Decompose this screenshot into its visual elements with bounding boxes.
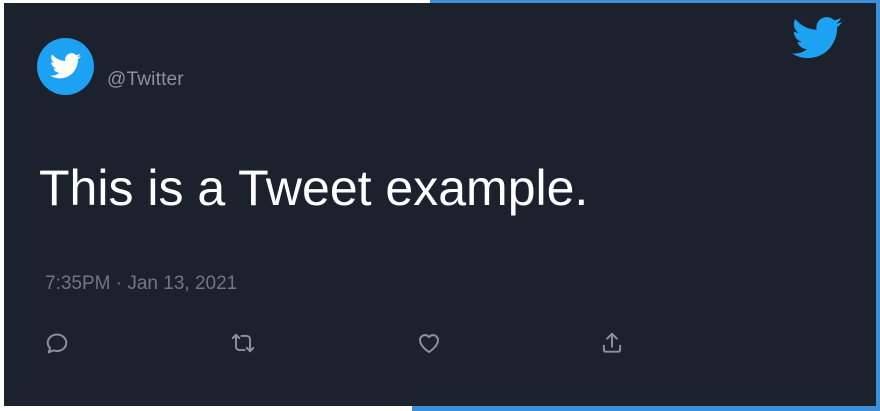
avatar[interactable] [37, 38, 94, 95]
tweet-timestamp[interactable]: 7:35PM · Jan 13, 2021 [45, 273, 237, 295]
heart-icon [419, 334, 439, 353]
frame-accent-bottom [412, 406, 880, 411]
tweet-text: This is a Tweet example. [39, 160, 589, 216]
share-icon [602, 332, 622, 353]
reply-button[interactable] [44, 330, 70, 356]
share-button[interactable] [599, 330, 625, 356]
screenshot-frame: @Twitter This is a Tweet example. 7:35PM… [0, 0, 880, 411]
frame-accent-right [876, 0, 880, 411]
retweet-button[interactable] [230, 330, 256, 356]
like-button[interactable] [416, 330, 442, 356]
twitter-bird-icon [50, 53, 81, 79]
tweet-card: @Twitter This is a Tweet example. 7:35PM… [4, 3, 876, 406]
reply-icon [46, 333, 68, 354]
retweet-icon [231, 333, 255, 353]
twitter-bird-icon [791, 17, 843, 59]
user-handle[interactable]: @Twitter [107, 69, 184, 91]
